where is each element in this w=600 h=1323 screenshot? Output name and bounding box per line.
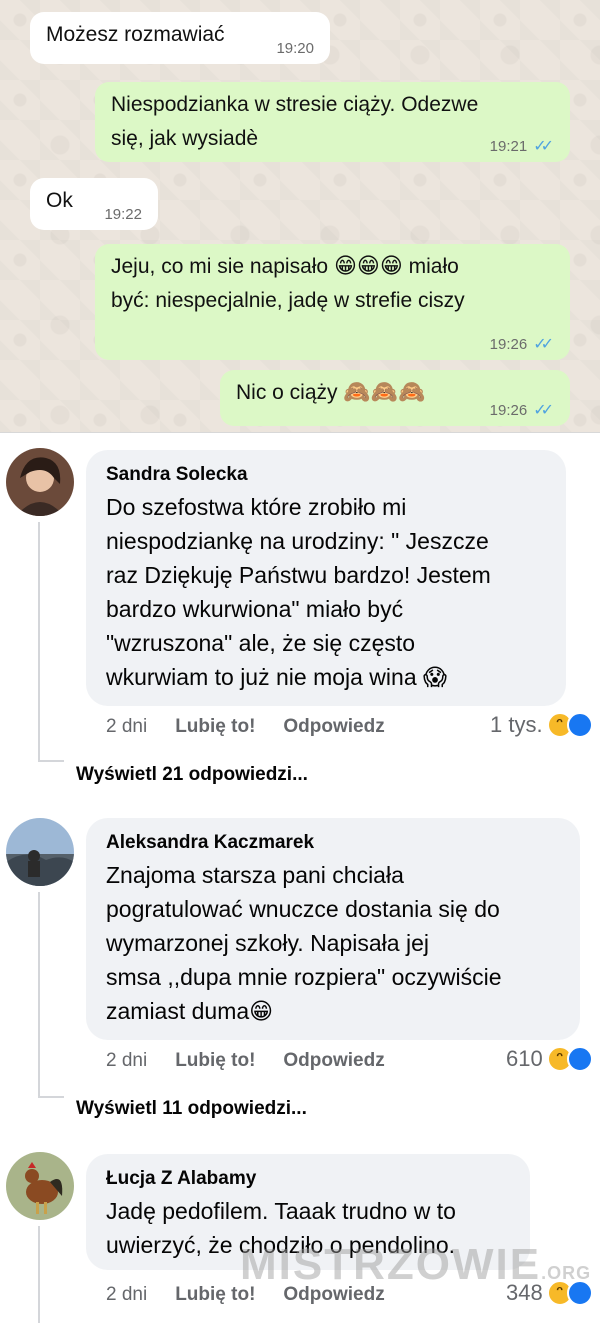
comment-text-line: niespodziankę na urodziny: " Jeszcze xyxy=(106,528,489,554)
comment-text-line: smsa ,,dupa mnie rozpiera" oczywiście xyxy=(106,964,502,990)
message-time: 19:26 ✓✓ xyxy=(490,402,554,420)
comment-bubble: Łucja Z Alabamy Jadę pedofilem. Taaak tr… xyxy=(86,1154,530,1270)
message-text: Niespodzianka w stresie ciąży. Odezwe xyxy=(111,93,479,116)
message-text: się, jak wysiadè xyxy=(111,127,259,150)
reply-button[interactable]: Odpowiedz xyxy=(283,1284,384,1306)
thread-line xyxy=(38,1226,40,1323)
reaction-count: 348 xyxy=(506,1280,543,1305)
view-replies-link[interactable]: Wyświetl 11 odpowiedzi... xyxy=(76,1098,307,1120)
comment-author[interactable]: Aleksandra Kaczmarek xyxy=(106,828,560,858)
message-text: Możesz rozmawiać xyxy=(46,23,225,46)
comment-bubble: Sandra Solecka Do szefostwa które zrobił… xyxy=(86,450,566,706)
avatar[interactable] xyxy=(6,448,74,516)
comment-author[interactable]: Sandra Solecka xyxy=(106,460,546,490)
reaction-summary[interactable]: 348 ᵔ xyxy=(506,1280,593,1306)
comment-text-line: bardzo wkurwiona" miało być xyxy=(106,596,404,622)
reaction-summary[interactable]: 610 ᵔ xyxy=(506,1046,593,1072)
message-time: 19:21 ✓✓ xyxy=(490,138,554,156)
message-time: 19:20 xyxy=(276,40,314,57)
avatar-photo-icon xyxy=(6,448,74,516)
like-button[interactable]: Lubię to! xyxy=(175,1284,255,1306)
message-text: być: niespecjalnie, jadę w strefie ciszy xyxy=(111,289,465,312)
message-text: Ok xyxy=(46,189,73,212)
reply-button[interactable]: Odpowiedz xyxy=(283,716,384,738)
comment-text-line: uwierzyć, że chodziło o pendolino. xyxy=(106,1232,456,1258)
like-reaction-icon xyxy=(566,1280,593,1306)
whatsapp-chat: Możesz rozmawiać 19:20 Niespodzianka w s… xyxy=(0,0,600,432)
comment-text-line: pogratulować wnuczce dostania się do xyxy=(106,896,500,922)
comment-text-line: Znajoma starsza pani chciała xyxy=(106,862,404,888)
read-receipt-icon: ✓✓ xyxy=(533,138,554,155)
message-line: Jeju, co mi sie napisało 😁😁😁 miało xyxy=(111,250,554,284)
comment-age[interactable]: 2 dni xyxy=(106,1050,147,1072)
like-reaction-icon xyxy=(566,712,593,738)
comment-age[interactable]: 2 dni xyxy=(106,716,147,738)
like-button[interactable]: Lubię to! xyxy=(175,1050,255,1072)
reaction-count: 1 tys. xyxy=(490,712,543,737)
comment-text-line: Do szefostwa które zrobiło mi xyxy=(106,494,407,520)
comment-author[interactable]: Łucja Z Alabamy xyxy=(106,1164,510,1194)
comment-text-line: wymarzonej szkoły. Napisała jej xyxy=(106,930,429,956)
rooster-icon xyxy=(6,1152,74,1220)
comment-actions: 2 dni Lubię to! Odpowiedz xyxy=(106,1284,413,1306)
see-no-evil-monkey-icon: 🙈🙈🙈 xyxy=(343,380,426,405)
like-button[interactable]: Lubię to! xyxy=(175,716,255,738)
thread-line xyxy=(38,522,40,762)
avatar-photo-icon xyxy=(6,818,74,886)
reaction-summary[interactable]: 1 tys. ᵔ xyxy=(490,712,593,738)
thread-line xyxy=(38,1096,64,1098)
comment-bubble: Aleksandra Kaczmarek Znajoma starsza pan… xyxy=(86,818,580,1040)
comment-text-line: "wzruszona" ale, że się często xyxy=(106,630,416,656)
comment-text-line: Jadę pedofilem. Taaak trudno w to xyxy=(106,1198,456,1224)
comment-actions: 2 dni Lubię to! Odpowiedz xyxy=(106,716,413,738)
chat-message[interactable]: Jeju, co mi sie napisało 😁😁😁 miało być: … xyxy=(95,244,570,360)
grinning-face-icon: 😁😁😁 xyxy=(333,254,403,279)
chat-message[interactable]: Niespodzianka w stresie ciąży. Odezwe si… xyxy=(95,82,570,162)
comment-age[interactable]: 2 dni xyxy=(106,1284,147,1306)
thread-line xyxy=(38,760,64,762)
message-time: 19:26 ✓✓ xyxy=(490,336,554,354)
message-text: Nic o ciąży xyxy=(236,381,338,404)
comment-text-line: raz Dziękuję Państwu bardzo! Jestem xyxy=(106,562,491,588)
avatar[interactable] xyxy=(6,1152,74,1220)
message-text: miało xyxy=(408,255,459,278)
comment-actions: 2 dni Lubię to! Odpowiedz xyxy=(106,1050,413,1072)
reply-button[interactable]: Odpowiedz xyxy=(283,1050,384,1072)
chat-message[interactable]: Ok 19:22 xyxy=(30,178,158,230)
read-receipt-icon: ✓✓ xyxy=(533,336,554,353)
reaction-count: 610 xyxy=(506,1046,543,1071)
read-receipt-icon: ✓✓ xyxy=(533,402,554,419)
message-time: 19:22 xyxy=(104,206,142,223)
comment-text-line: wkurwiam to już nie moja wina 😱 xyxy=(106,664,447,690)
thread-line xyxy=(38,892,40,1098)
comment-text-line: zamiast duma😁 xyxy=(106,998,274,1024)
avatar[interactable] xyxy=(6,818,74,886)
like-reaction-icon xyxy=(566,1046,593,1072)
view-replies-link[interactable]: Wyświetl 21 odpowiedzi... xyxy=(76,764,308,786)
message-text: Jeju, co mi sie napisało xyxy=(111,255,329,278)
chat-message[interactable]: Nic o ciąży 🙈🙈🙈 19:26 ✓✓ xyxy=(220,370,570,426)
chat-message[interactable]: Możesz rozmawiać 19:20 xyxy=(30,12,330,64)
